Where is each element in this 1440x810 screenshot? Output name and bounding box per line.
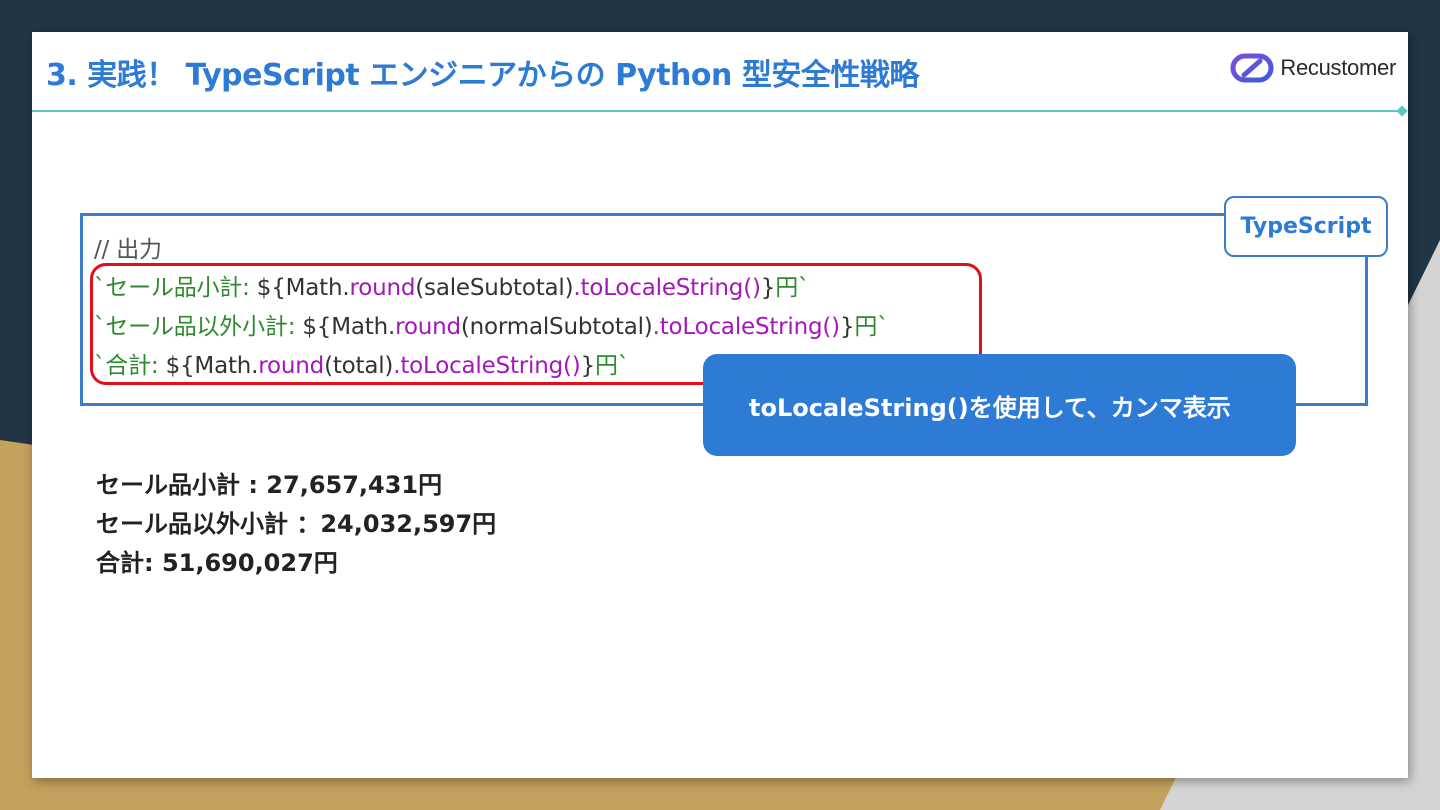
result-normal-subtotal: セール品以外小計 ：24,032,597円: [96, 510, 497, 538]
callout-note: toLocaleString()を使用して、カンマ表示: [703, 354, 1296, 456]
slide: 3. 実践！ TypeScript エンジニアからの Python 型安全性戦略…: [32, 32, 1408, 778]
logo-text: Recustomer: [1280, 55, 1396, 80]
result-total: 合計: 51,690,027円: [96, 549, 338, 577]
title-divider-dot: [1396, 105, 1408, 117]
result-sale-subtotal: セール品小計 : 27,657,431円: [96, 471, 443, 499]
brand-logo: Recustomer: [1230, 50, 1396, 86]
code-comment: // 出力: [94, 237, 162, 263]
slide-title: 3. 実践！ TypeScript エンジニアからの Python 型安全性戦略: [46, 58, 919, 93]
callout-text: toLocaleString()を使用して、カンマ表示: [749, 393, 1231, 422]
code-language-tab: TypeScript: [1224, 196, 1388, 257]
title-divider: [32, 110, 1400, 112]
recustomer-logo-icon: [1230, 53, 1274, 83]
